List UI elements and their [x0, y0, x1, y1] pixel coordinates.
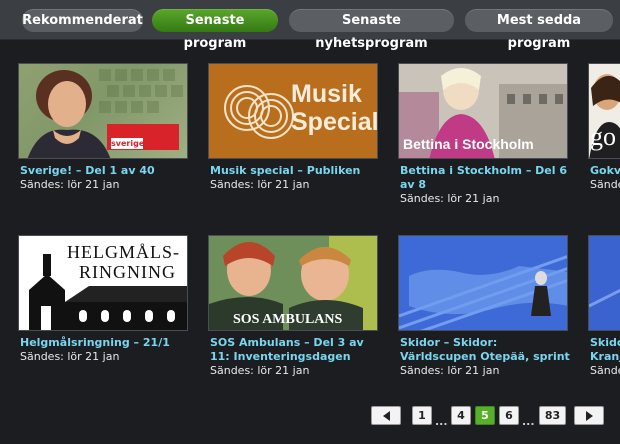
tab-senaste-program[interactable]: Senaste program	[152, 9, 278, 51]
program-title[interactable]: Helgmålsringning – 21/1	[20, 336, 190, 350]
program-thumbnail[interactable]: SOS AMBULANS	[208, 235, 378, 331]
pagination-ellipsis: ...	[522, 415, 535, 428]
program-thumbnail[interactable]: Bettina i Stockholm	[398, 63, 568, 159]
prev-page-button[interactable]	[371, 406, 401, 425]
page-button-1[interactable]: 1	[412, 406, 432, 425]
page-button-6[interactable]: 6	[499, 406, 519, 425]
program-title[interactable]: Skidor – Skidor: Världscupen Otepää, spr…	[400, 336, 570, 364]
arrow-right-icon	[585, 411, 593, 421]
air-date: Sändes: lör 21 jan	[20, 178, 120, 191]
tab-senaste-nyhetsprogram[interactable]: Senaste nyhetsprogram	[289, 9, 454, 51]
arrow-left-icon	[382, 411, 390, 421]
air-date: Sände	[590, 178, 620, 191]
program-thumbnail[interactable]: HELGMÅLS- RINGNING	[18, 235, 188, 331]
tab-mest-sedda-program[interactable]: Mest sedda program	[465, 9, 613, 51]
page-button-4[interactable]: 4	[451, 406, 471, 425]
sverige-badge: sverige!	[111, 138, 148, 149]
category-tabbar: Rekommenderat Senaste program Senaste ny…	[0, 0, 620, 51]
program-card[interactable]: go Gokv Sände	[588, 63, 620, 203]
skiing-illustration	[399, 236, 567, 330]
thumb-text-helgmals: HELGMÅLS-	[67, 242, 180, 262]
program-thumbnail[interactable]	[588, 235, 620, 331]
air-date: Sände	[590, 364, 620, 377]
program-title[interactable]: Sverige! – Del 1 av 40	[20, 164, 190, 178]
air-date: Sändes: lör 21 jan	[400, 364, 500, 377]
skiing-illustration	[589, 236, 620, 330]
page-button-last[interactable]: 83	[539, 406, 566, 425]
pagination-ellipsis: ...	[435, 415, 448, 428]
program-title[interactable]: Musik special – Publiken	[210, 164, 380, 178]
program-title[interactable]: Skido Kranj	[590, 336, 620, 364]
program-thumbnail[interactable]	[398, 235, 568, 331]
pagination: 1 ... 4 5 6 ... 83	[0, 406, 620, 428]
program-thumbnail[interactable]: go	[588, 63, 620, 159]
page-button-current[interactable]: 5	[475, 406, 495, 425]
air-date: Sändes: lör 21 jan	[20, 350, 120, 363]
thumb-text-special: Special	[291, 108, 378, 136]
program-title[interactable]: Gokv	[590, 164, 620, 178]
thumb-text-musik: Musik	[291, 80, 362, 108]
program-card[interactable]: Skido Kranj Sände	[588, 235, 620, 380]
air-date: Sändes: lör 21 jan	[400, 192, 500, 205]
thumb-text-ringning: RINGNING	[79, 262, 176, 282]
thumb-text-sos: SOS AMBULANS	[233, 312, 343, 327]
next-page-button[interactable]	[574, 406, 604, 425]
program-title[interactable]: Bettina i Stockholm – Del 6 av 8	[400, 164, 570, 192]
thumb-text-bettina: Bettina i Stockholm	[403, 136, 534, 152]
program-thumbnail[interactable]: Musik Special	[208, 63, 378, 159]
air-date: Sändes: lör 21 jan	[210, 364, 310, 377]
thumb-text-go: go	[590, 122, 616, 151]
tab-rekommenderat[interactable]: Rekommenderat	[22, 9, 143, 32]
program-title[interactable]: SOS Ambulans – Del 3 av 11: Inventerings…	[210, 336, 380, 364]
program-thumbnail[interactable]: sverige!	[18, 63, 188, 159]
air-date: Sändes: lör 21 jan	[210, 178, 310, 191]
